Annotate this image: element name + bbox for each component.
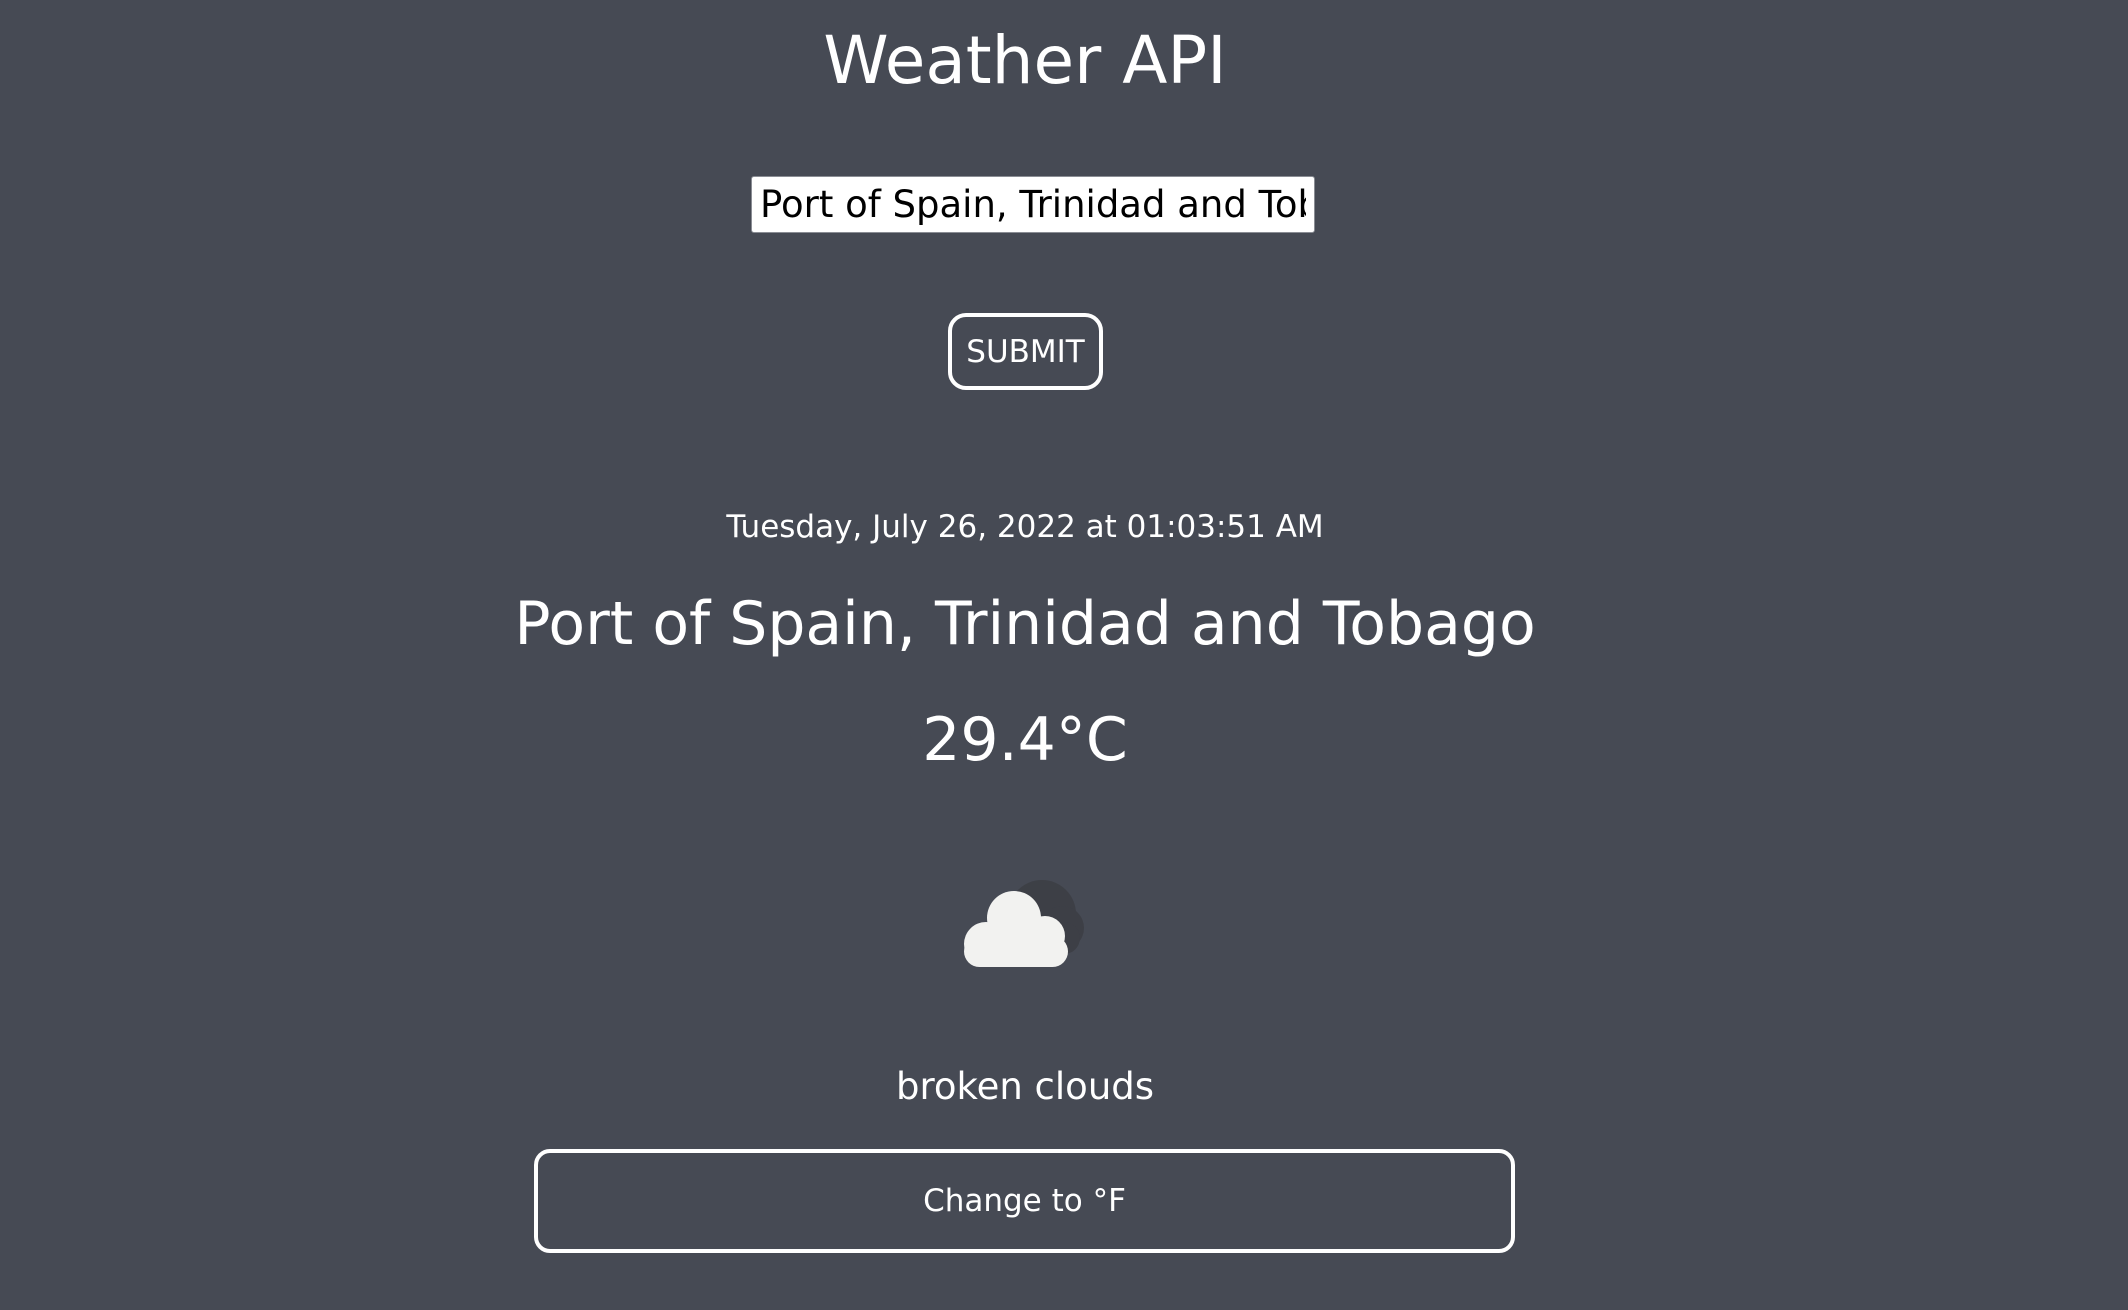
- unit-toggle-button[interactable]: Change to °F: [534, 1149, 1515, 1253]
- weather-location: Port of Spain, Trinidad and Tobago: [514, 589, 1536, 659]
- city-search-input[interactable]: [751, 176, 1315, 233]
- temperature-reading: 29.4°C: [922, 705, 1128, 775]
- broken-clouds-icon: [964, 880, 1084, 967]
- weather-description: broken clouds: [895, 1065, 1155, 1108]
- app-title: Weather API: [823, 22, 1227, 99]
- submit-button[interactable]: SUBMIT: [948, 313, 1103, 390]
- weather-timestamp: Tuesday, July 26, 2022 at 01:03:51 AM: [726, 509, 1324, 545]
